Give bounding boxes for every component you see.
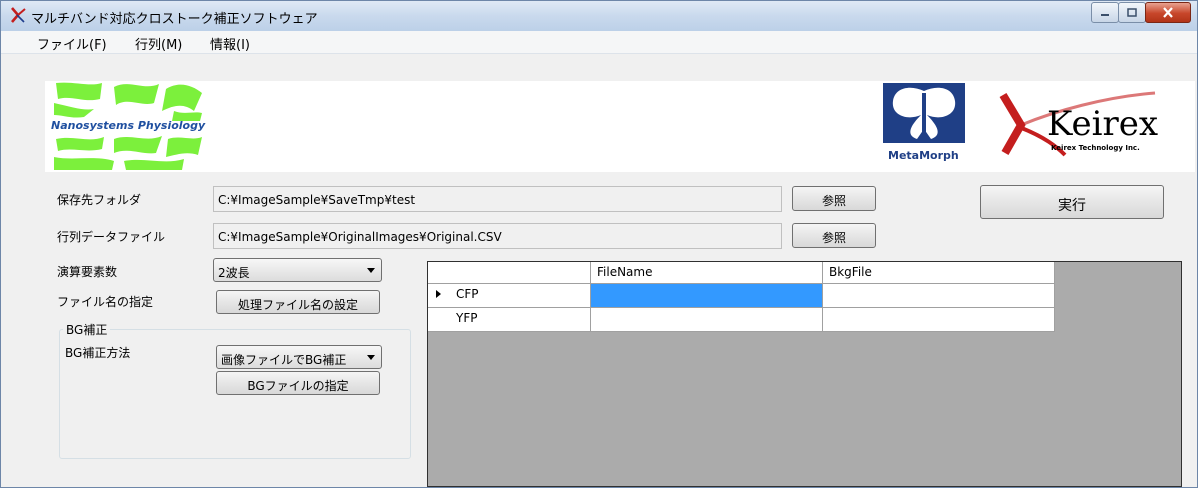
window-controls xyxy=(1091,2,1191,23)
element-count-label: 演算要素数 xyxy=(57,265,118,279)
minimize-icon xyxy=(1101,13,1109,16)
matrix-file-field[interactable]: C:¥ImageSample¥OriginalImages¥Original.C… xyxy=(213,223,782,249)
chevron-down-icon xyxy=(367,355,375,360)
set-filename-button[interactable]: 処理ファイル名の設定 xyxy=(216,290,380,314)
column-header-filename[interactable]: FileName xyxy=(591,262,823,284)
row-label: CFP xyxy=(456,287,479,301)
window-title: マルチバンド対応クロストーク補正ソフトウェア xyxy=(31,12,318,27)
cell-cfp-bkgfile[interactable] xyxy=(823,284,1055,308)
matrix-file-browse-button[interactable]: 参照 xyxy=(792,223,876,248)
bg-correction-group-title: BG補正 xyxy=(63,321,111,338)
execute-button[interactable]: 実行 xyxy=(980,185,1164,219)
title-bar[interactable]: マルチバンド対応クロストーク補正ソフトウェア xyxy=(1,1,1197,31)
keirex-logo-text: Keirex xyxy=(1047,104,1159,144)
bg-method-label: BG補正方法 xyxy=(65,346,131,360)
maximize-button[interactable] xyxy=(1118,2,1146,23)
minimize-button[interactable] xyxy=(1091,2,1119,23)
save-folder-field[interactable]: C:¥ImageSample¥SaveTmp¥test xyxy=(213,186,782,212)
row-label: YFP xyxy=(456,311,478,325)
nanosystems-logo-text: Nanosystems Physiology xyxy=(51,119,206,132)
cell-cfp-filename[interactable] xyxy=(591,284,823,308)
bg-method-value: 画像ファイルでBG補正 xyxy=(221,353,347,367)
grid-corner-header xyxy=(428,262,591,284)
element-count-select[interactable]: 2波長 xyxy=(213,258,382,282)
menu-bar: ファイル(F) 行列(M) 情報(I) xyxy=(1,31,1197,54)
metamorph-logo-text: MetaMorph xyxy=(888,149,959,162)
app-icon xyxy=(11,7,26,23)
matrix-file-label: 行列データファイル xyxy=(57,230,166,244)
row-header-yfp[interactable]: YFP xyxy=(428,308,591,332)
cell-yfp-filename[interactable] xyxy=(591,308,823,332)
chevron-down-icon xyxy=(367,268,375,273)
column-header-bkgfile[interactable]: BkgFile xyxy=(823,262,1055,284)
save-folder-browse-button[interactable]: 参照 xyxy=(792,186,876,211)
maximize-icon xyxy=(1127,8,1137,17)
file-grid[interactable]: FileName BkgFile CFP YFP xyxy=(427,261,1182,487)
bg-method-select[interactable]: 画像ファイルでBG補正 xyxy=(216,345,382,369)
close-button[interactable] xyxy=(1145,2,1191,23)
bg-file-button[interactable]: BGファイルの指定 xyxy=(216,371,380,395)
keirex-logo-subtitle: Keirex Technology Inc. xyxy=(1051,144,1140,152)
current-row-icon xyxy=(436,290,441,298)
filename-label: ファイル名の指定 xyxy=(57,295,154,309)
logo-banner: Nanosystems Physiology MetaMorph Keirex … xyxy=(45,81,1195,172)
menu-info[interactable]: 情報(I) xyxy=(210,34,250,53)
main-window: マルチバンド対応クロストーク補正ソフトウェア ファイル(F) 行列(M) 情報(… xyxy=(0,0,1198,488)
menu-matrix[interactable]: 行列(M) xyxy=(135,34,182,53)
save-folder-label: 保存先フォルダ xyxy=(57,193,142,207)
cell-yfp-bkgfile[interactable] xyxy=(823,308,1055,332)
close-icon xyxy=(1163,7,1173,18)
element-count-value: 2波長 xyxy=(218,266,250,280)
row-header-cfp[interactable]: CFP xyxy=(428,284,591,308)
menu-file[interactable]: ファイル(F) xyxy=(37,34,107,53)
